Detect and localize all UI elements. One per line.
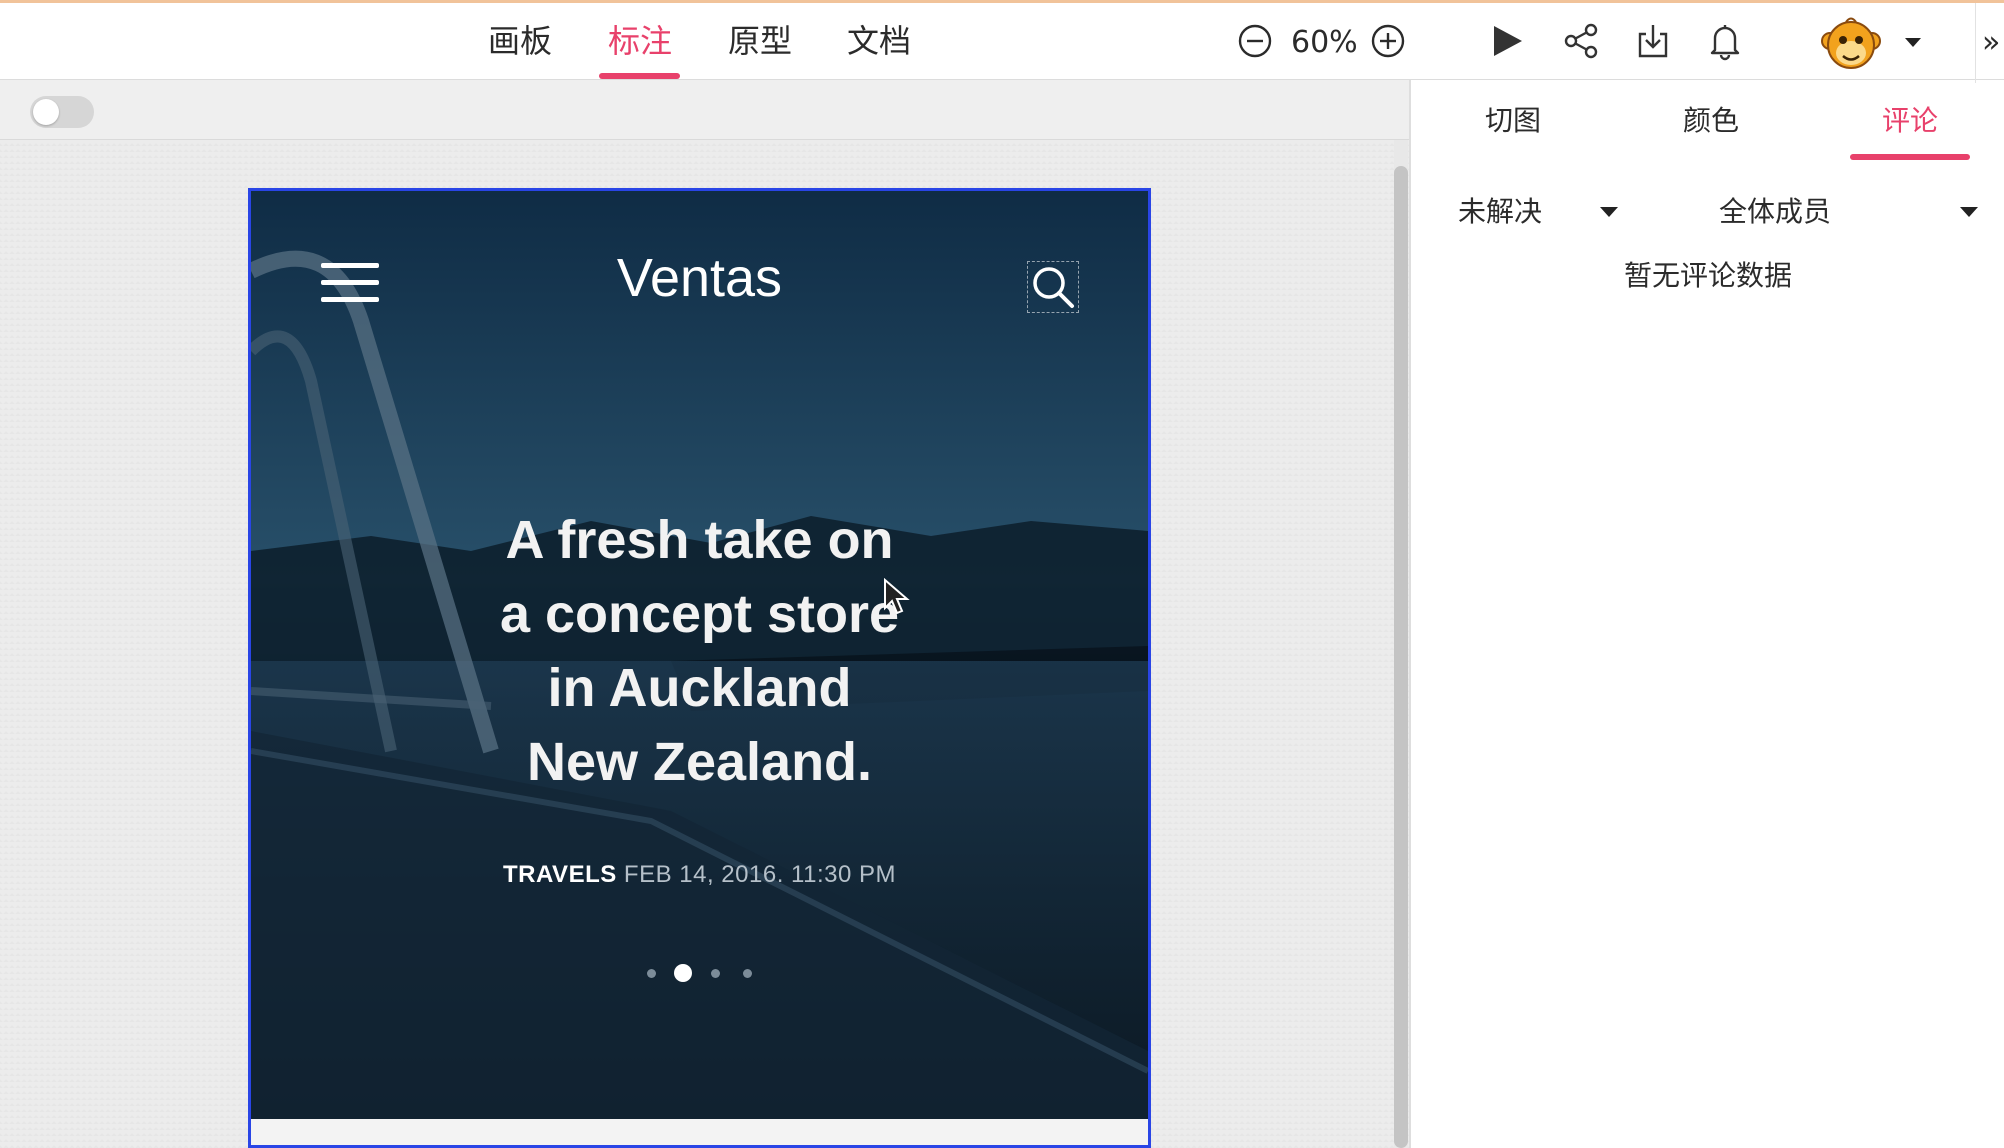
slide-indicators	[251, 961, 1148, 985]
status-filter-dropdown[interactable]: 未解决	[1458, 188, 1542, 236]
empty-comments-message: 暂无评论数据	[1623, 259, 1792, 292]
slide-dot[interactable]	[742, 968, 752, 978]
tab-artboard[interactable]: 画板	[475, 3, 565, 80]
mouse-cursor-icon	[884, 578, 910, 615]
double-chevron-right-icon[interactable]: »	[1982, 23, 2000, 63]
hero-headline: A fresh take on a concept store in Auckl…	[251, 503, 1148, 799]
chevron-down-icon[interactable]	[1902, 31, 1924, 53]
tab-colors[interactable]: 颜色	[1661, 80, 1761, 162]
member-filter-dropdown[interactable]: 全体成员	[1719, 188, 1831, 236]
tab-comments[interactable]: 评论	[1860, 80, 1960, 162]
top-bar: 画板 标注 原型 文档 60% »	[0, 0, 2004, 83]
play-icon[interactable]	[1486, 21, 1526, 61]
tab-slices[interactable]: 切图	[1463, 80, 1563, 162]
headline-line-3: in Auckland	[547, 658, 852, 718]
chevron-down-icon[interactable]	[1960, 207, 1978, 217]
headline-line-2: a concept store	[499, 584, 900, 644]
chevron-down-icon[interactable]	[1600, 207, 1618, 217]
toolbar-separator	[1975, 3, 1976, 83]
headline-line-4: New Zealand.	[526, 732, 873, 792]
tab-annotation[interactable]: 标注	[595, 3, 685, 80]
canvas-toolbar	[0, 80, 1410, 140]
headline-line-1: A fresh take on	[505, 510, 894, 570]
active-tab-indicator	[1850, 154, 1970, 160]
zoom-in-icon[interactable]	[1370, 23, 1406, 59]
panel-divider	[1409, 80, 1411, 1148]
zoom-level: 60%	[1291, 25, 1358, 60]
tab-prototype[interactable]: 原型	[715, 3, 805, 80]
search-icon[interactable]	[1027, 261, 1079, 313]
zoom-out-icon[interactable]	[1237, 23, 1273, 59]
toggle-knob	[33, 99, 59, 125]
active-tab-indicator	[599, 73, 680, 79]
download-icon[interactable]	[1633, 21, 1673, 61]
post-meta: TRAVELS FEB 14, 2016. 11:30 PM	[251, 861, 1148, 889]
slide-dot[interactable]	[710, 968, 720, 978]
bell-icon[interactable]	[1705, 21, 1745, 61]
brand-logo-text: Ventas	[616, 248, 783, 308]
share-icon[interactable]	[1561, 21, 1601, 61]
tab-document[interactable]: 文档	[834, 3, 924, 80]
artboard[interactable]: Ventas A fresh take on a concept store i…	[248, 188, 1151, 1148]
toggle-switch[interactable]	[30, 96, 94, 128]
post-date: FEB 14, 2016. 11:30 PM	[623, 861, 896, 888]
post-category: TRAVELS	[503, 861, 617, 888]
next-section-strip	[251, 1119, 1148, 1145]
slide-dot[interactable]	[646, 968, 656, 978]
avatar[interactable]	[1820, 13, 1882, 75]
vertical-scrollbar[interactable]	[1394, 166, 1408, 1148]
slide-dot[interactable]	[674, 964, 692, 982]
